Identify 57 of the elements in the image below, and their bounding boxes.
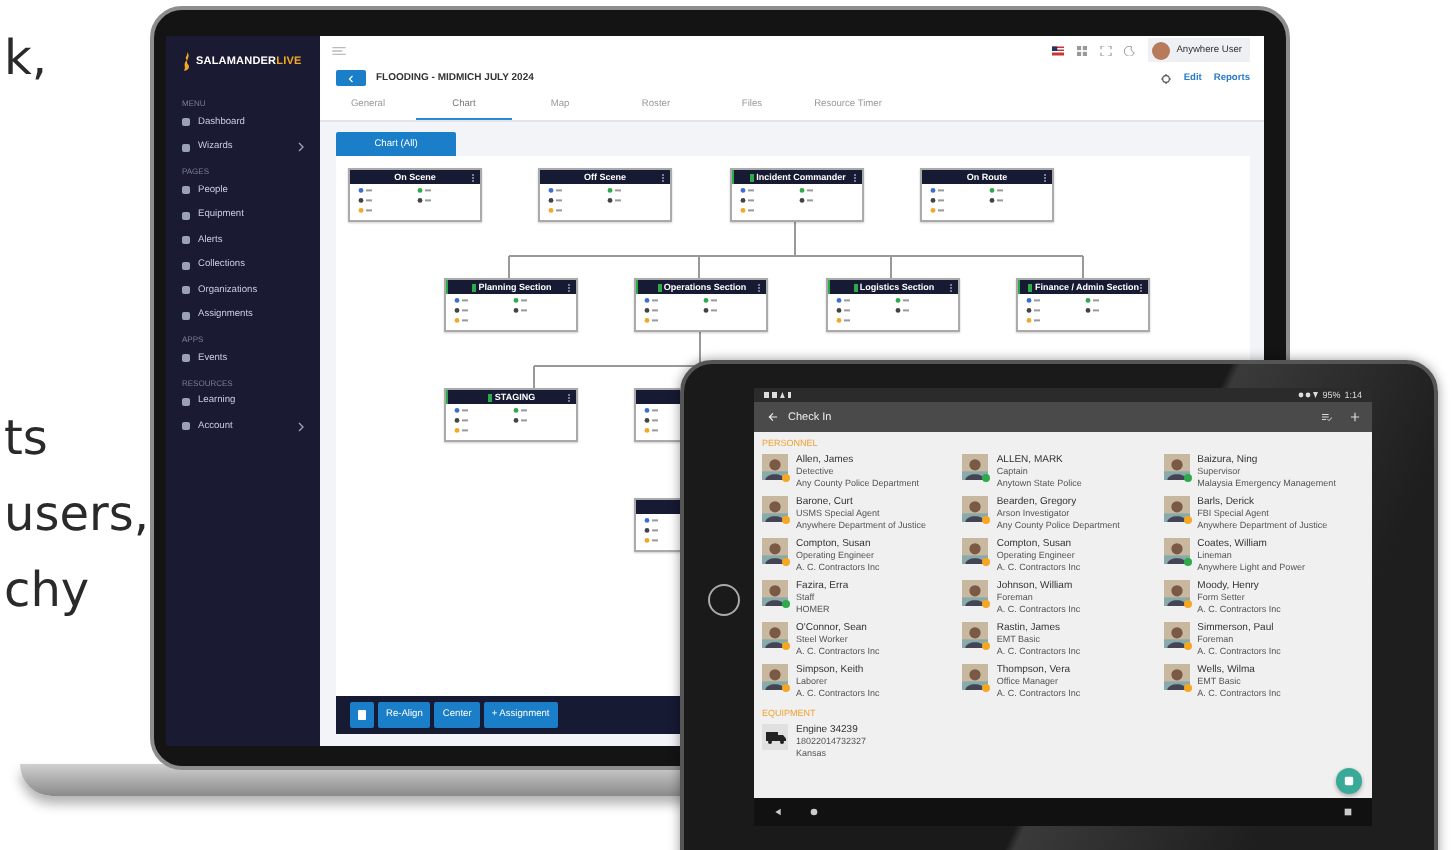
bullet-icon — [182, 311, 190, 320]
body-text: k, — [4, 28, 50, 90]
bullet-icon — [182, 397, 190, 406]
add-icon[interactable] — [1350, 412, 1360, 422]
status-icon — [750, 173, 755, 181]
org-node[interactable] — [634, 498, 680, 552]
stats-drawing — [548, 188, 622, 214]
chevron-icon — [298, 421, 304, 432]
status-icon — [657, 283, 662, 291]
icon-button[interactable] — [350, 702, 374, 728]
grid-icon[interactable] — [1076, 45, 1089, 55]
status-icon — [488, 393, 493, 401]
bullet-icon — [182, 236, 190, 245]
stats-drawing — [1026, 298, 1100, 324]
checklist-icon[interactable] — [1322, 412, 1332, 422]
square-icon — [1344, 776, 1354, 786]
status-icon — [853, 283, 858, 291]
body-text: chy — [4, 560, 92, 622]
fab-button[interactable] — [1336, 768, 1362, 794]
notification-icons — [764, 392, 792, 398]
status-icon — [1028, 283, 1033, 291]
back-arrow-icon[interactable] — [768, 412, 778, 422]
stats-drawing — [644, 298, 718, 324]
recents-icon[interactable] — [1344, 808, 1352, 816]
body-text: users, — [4, 484, 149, 546]
signal-icons — [1298, 392, 1319, 398]
stats-drawing — [358, 188, 432, 214]
stats-drawing — [644, 518, 658, 544]
status-icon — [472, 283, 477, 291]
truck-icon — [765, 730, 785, 744]
moon-icon[interactable] — [1124, 45, 1137, 55]
bullet-icon — [182, 118, 190, 127]
stats-drawing — [454, 408, 528, 434]
stats-drawing — [836, 298, 910, 324]
home-icon[interactable] — [810, 808, 818, 816]
avatar-icon — [1152, 41, 1171, 59]
stats-drawing — [644, 408, 658, 434]
bullet-icon — [182, 354, 190, 363]
bullet-icon — [182, 286, 190, 295]
bullet-icon — [182, 422, 190, 431]
chevron-icon — [298, 142, 304, 153]
org-node[interactable] — [634, 388, 680, 442]
stats-drawing — [454, 298, 528, 324]
bullet-icon — [182, 211, 190, 220]
bullet-icon — [182, 143, 190, 152]
home-button[interactable] — [708, 584, 740, 616]
bullet-icon — [182, 261, 190, 270]
back-button[interactable] — [336, 70, 366, 86]
body-text: ts — [4, 408, 50, 470]
target-icon[interactable] — [1159, 73, 1172, 83]
bullet-icon — [182, 186, 190, 195]
flame-icon — [182, 52, 192, 72]
flag-icon[interactable] — [1052, 45, 1065, 55]
chevron-left-icon — [348, 73, 354, 83]
back-icon[interactable] — [774, 808, 782, 816]
stats-drawing — [740, 188, 814, 214]
stats-drawing — [930, 188, 1004, 214]
